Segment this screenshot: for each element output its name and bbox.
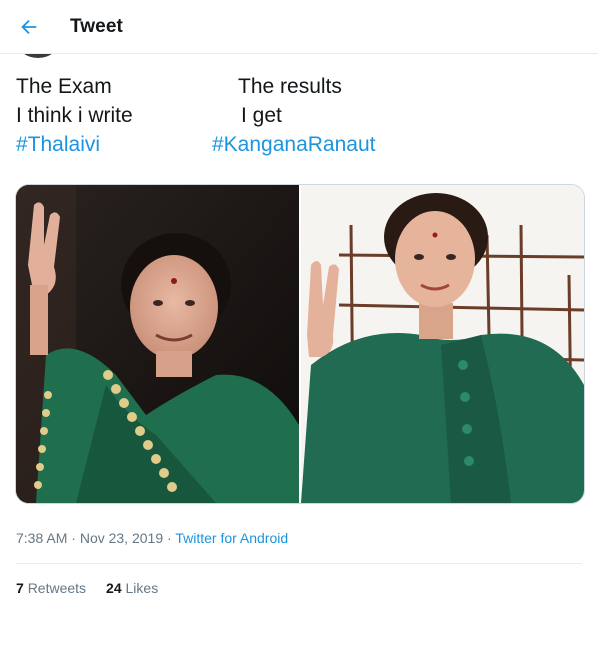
meta-separator: · — [163, 530, 176, 546]
tweet-text: The Exam The results I think i write I g… — [16, 72, 586, 159]
tweet-line: I think i write I get — [16, 101, 586, 130]
top-bar: Tweet — [0, 0, 598, 54]
retweets-label: Retweets — [27, 580, 87, 596]
tweet-line-left: I think i write — [16, 104, 133, 127]
photo-right-illustration — [301, 185, 584, 503]
tweet-line: The Exam The results — [16, 72, 586, 101]
tweet-time[interactable]: 7:38 AM — [16, 530, 67, 546]
back-button[interactable] — [14, 12, 44, 42]
tweet-source-link[interactable]: Twitter for Android — [175, 530, 288, 546]
likes-label: Likes — [125, 580, 159, 596]
meta-separator: · — [67, 530, 80, 546]
tweet-photo-left[interactable] — [16, 185, 299, 503]
tweet-line-left: The Exam — [16, 75, 112, 98]
hashtag-link[interactable]: #KanganaRanaut — [212, 130, 375, 159]
tweet-meta: 7:38 AM · Nov 23, 2019 · Twitter for And… — [16, 530, 288, 546]
hashtag-link[interactable]: #Thalaivi — [16, 130, 100, 159]
tweet-line-right: I get — [241, 104, 282, 127]
retweets-stat[interactable]: 7 Retweets — [16, 580, 86, 596]
divider — [16, 563, 582, 564]
retweets-count: 7 — [16, 580, 24, 596]
arrow-left-icon — [21, 19, 37, 35]
tweet-photo-right[interactable] — [301, 185, 584, 503]
tweet-media — [15, 184, 585, 504]
tweet-line: #Thalaivi #KanganaRanaut — [16, 130, 586, 159]
page-title: Tweet — [70, 16, 123, 37]
photo-left-illustration — [16, 185, 299, 503]
tweet-stats: 7 Retweets 24 Likes — [16, 580, 158, 596]
likes-stat[interactable]: 24 Likes — [106, 580, 158, 596]
likes-count: 24 — [106, 580, 122, 596]
tweet-line-right: The results — [238, 75, 342, 98]
tweet-date[interactable]: Nov 23, 2019 — [80, 530, 163, 546]
